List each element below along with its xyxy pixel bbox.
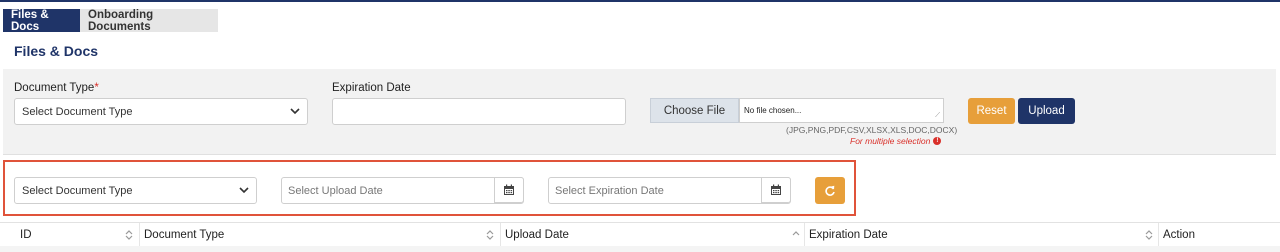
expiration-date-calendar-button[interactable] (761, 177, 791, 203)
column-header-document-type[interactable]: Document Type (144, 223, 224, 247)
sort-icon[interactable] (1145, 229, 1153, 241)
document-type-select[interactable]: Select Document Type (14, 98, 308, 125)
tab-bar: Files & Docs Onboarding Documents (3, 9, 218, 33)
column-divider (1158, 223, 1159, 247)
column-divider (500, 223, 501, 247)
expiration-date-placeholder: Select Expiration Date (555, 184, 664, 197)
tab-files-docs[interactable]: Files & Docs (3, 9, 80, 33)
upload-button[interactable]: Upload (1018, 98, 1075, 124)
file-chosen-text: No file chosen... (744, 106, 802, 115)
file-name-field[interactable]: No file chosen... ⟋ (739, 98, 944, 123)
filter-document-type-select[interactable]: Select Document Type (14, 177, 257, 204)
upload-date-placeholder: Select Upload Date (288, 184, 383, 197)
expiration-date-input[interactable] (332, 98, 626, 125)
column-header-action: Action (1163, 229, 1195, 241)
upload-date-filter[interactable]: Select Upload Date (281, 177, 524, 204)
upload-date-calendar-button[interactable] (494, 177, 524, 203)
refresh-icon (825, 185, 835, 196)
table-row-stripe (0, 246, 1280, 252)
column-header-expiration-date[interactable]: Expiration Date (809, 223, 888, 247)
upload-form-panel: Document Type* Select Document Type Expi… (3, 69, 1276, 155)
calendar-icon (771, 184, 781, 195)
resize-handle-icon: ⟋ (935, 112, 940, 119)
chevron-down-icon (239, 186, 249, 193)
info-icon: ! (933, 137, 942, 145)
document-type-label: Document Type* (14, 82, 99, 94)
choose-file-button[interactable]: Choose File (650, 98, 739, 123)
top-accent-line (0, 0, 1280, 2)
multiple-selection-text: For multiple selection (850, 136, 931, 146)
tab-onboarding-documents[interactable]: Onboarding Documents (80, 9, 218, 33)
required-mark: * (94, 82, 99, 94)
multiple-selection-hint: For multiple selection ! (850, 136, 942, 146)
document-type-select-value: Select Document Type (22, 105, 133, 118)
column-divider (804, 223, 805, 247)
allowed-file-types-hint: (JPG,PNG,PDF,CSV,XLSX,XLS,DOC,DOCX) (786, 125, 958, 135)
chevron-down-icon (290, 107, 300, 114)
sort-ascending-icon[interactable] (792, 229, 800, 241)
refresh-filters-button[interactable] (815, 177, 845, 204)
sort-icon[interactable] (486, 229, 494, 241)
reset-button[interactable]: Reset (968, 98, 1015, 124)
column-header-upload-date[interactable]: Upload Date (505, 223, 569, 247)
page-title: Files & Docs (14, 43, 99, 59)
column-header-id[interactable]: ID (20, 223, 32, 247)
sort-icon[interactable] (125, 229, 133, 241)
filter-document-type-value: Select Document Type (22, 184, 133, 197)
expiration-date-label: Expiration Date (332, 82, 411, 94)
expiration-date-filter[interactable]: Select Expiration Date (548, 177, 791, 204)
calendar-icon (504, 184, 514, 195)
column-divider (139, 223, 140, 247)
